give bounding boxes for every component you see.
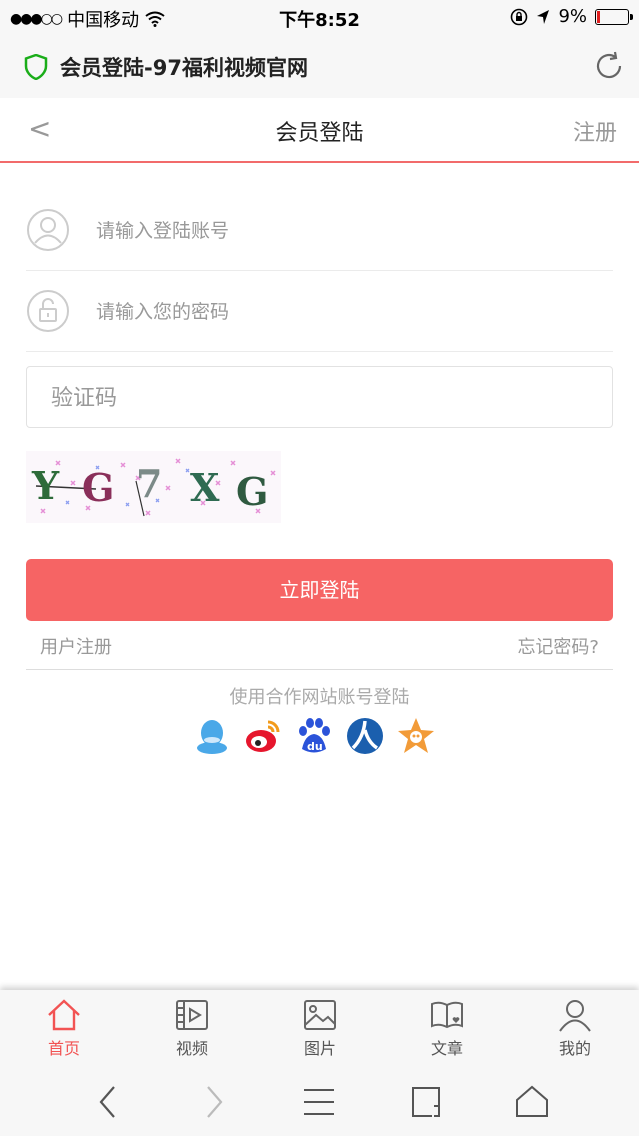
tab-images[interactable]: 图片 xyxy=(280,998,360,1059)
tab-label: 视频 xyxy=(175,1039,208,1058)
book-icon xyxy=(431,1001,463,1029)
battery-icon xyxy=(595,8,633,25)
renren-icon[interactable] xyxy=(346,716,384,756)
home-icon xyxy=(48,999,80,1031)
home-icon[interactable] xyxy=(514,1084,550,1120)
captcha-field xyxy=(26,366,613,428)
captcha-char: 7 xyxy=(136,461,163,506)
browser-page-title: 会员登陆-97福利视频官网 xyxy=(60,56,308,80)
kaixin-icon[interactable] xyxy=(397,716,435,756)
social-login-row: du xyxy=(193,716,435,756)
qq-icon[interactable] xyxy=(193,716,231,756)
tab-label: 图片 xyxy=(303,1039,336,1058)
register-link[interactable]: 注册 xyxy=(573,115,617,147)
browser-title-bar: 会员登陆-97福利视频官网 xyxy=(0,34,639,98)
captcha-char: Y xyxy=(32,463,60,508)
page-header: < 会员登陆 注册 xyxy=(0,98,639,163)
battery-level xyxy=(597,10,600,23)
tab-label: 我的 xyxy=(558,1039,591,1058)
tab-label: 首页 xyxy=(47,1039,80,1058)
forgot-password-link[interactable]: 忘记密码? xyxy=(517,633,599,659)
password-row xyxy=(26,271,613,352)
captcha-char: G xyxy=(82,465,115,510)
captcha-char: X xyxy=(190,465,220,510)
lock-icon xyxy=(27,290,69,332)
back-arrow-icon[interactable] xyxy=(96,1084,120,1120)
svg-text:du: du xyxy=(307,740,323,753)
user-register-link[interactable]: 用户注册 xyxy=(40,633,112,659)
partner-login-label: 使用合作网站账号登陆 xyxy=(229,687,410,708)
account-links: 用户注册 忘记密码? xyxy=(26,631,613,670)
menu-icon[interactable] xyxy=(302,1084,336,1120)
image-icon xyxy=(304,1000,336,1030)
forward-arrow-icon[interactable] xyxy=(202,1084,226,1120)
weibo-icon[interactable] xyxy=(244,716,282,756)
page-title: 会员登陆 xyxy=(275,121,364,146)
tab-video[interactable]: 视频 xyxy=(152,998,232,1059)
status-bar: ●●●○○ 中国移动 下午8:52 9% xyxy=(0,0,639,34)
password-input[interactable] xyxy=(94,291,578,333)
tab-home[interactable]: 首页 xyxy=(24,998,104,1059)
captcha-input[interactable] xyxy=(49,377,593,419)
video-icon xyxy=(176,1000,208,1030)
location-icon xyxy=(537,9,550,24)
reload-icon[interactable] xyxy=(593,50,625,82)
user-icon xyxy=(559,1000,591,1032)
baidu-icon[interactable]: du xyxy=(295,716,333,756)
captcha-image[interactable]: Y G 7 X G xyxy=(26,451,281,523)
bottom-tab-bar: 首页 视频 图片 文章 我的 xyxy=(0,990,639,1068)
tab-articles[interactable]: 文章 xyxy=(407,998,487,1059)
orientation-lock-icon xyxy=(511,8,528,25)
status-right: 9% xyxy=(510,6,633,27)
login-button[interactable]: 立即登陆 xyxy=(26,559,613,621)
battery-percent: 9% xyxy=(558,6,587,27)
user-icon xyxy=(27,209,69,251)
account-row xyxy=(26,190,613,271)
shield-icon xyxy=(24,54,48,80)
account-input[interactable] xyxy=(94,210,578,252)
captcha-char: G xyxy=(236,469,269,514)
browser-toolbar xyxy=(0,1068,639,1136)
tab-label: 文章 xyxy=(430,1039,463,1058)
tabs-icon[interactable] xyxy=(410,1084,442,1120)
tab-profile[interactable]: 我的 xyxy=(535,998,615,1059)
